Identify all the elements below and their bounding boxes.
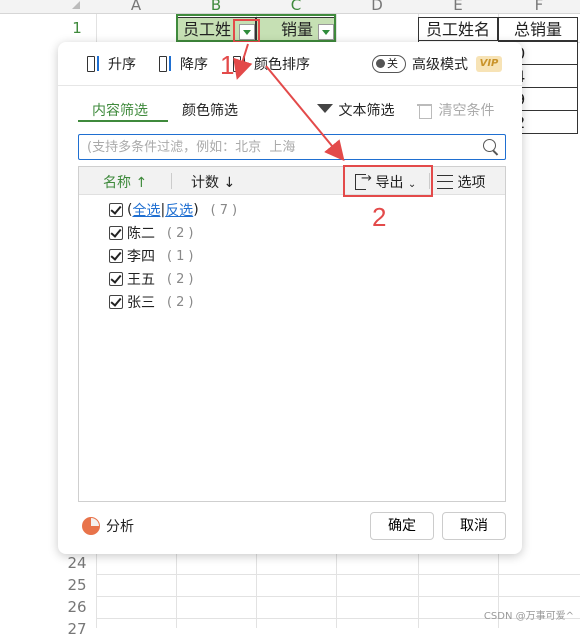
color-sort-icon <box>232 55 250 73</box>
clear-conditions-label: 清空条件 <box>438 103 495 119</box>
arrow-up-icon: ↑ <box>135 175 148 191</box>
color-sort-button[interactable]: 颜色排序 <box>232 54 310 74</box>
column-header-b[interactable]: B <box>176 0 256 14</box>
search-input[interactable] <box>79 135 469 159</box>
column-header-c[interactable]: C <box>256 0 336 14</box>
list-item[interactable]: 王五 (2) <box>109 269 197 289</box>
column-header-a[interactable]: A <box>96 0 176 14</box>
filter-dropdown-c[interactable] <box>318 24 334 40</box>
checkbox-checked[interactable] <box>109 295 123 309</box>
sort-ascending-button[interactable]: 升序 <box>86 54 136 74</box>
item-count: (2) <box>167 294 198 310</box>
select-all-corner[interactable] <box>72 1 80 9</box>
text-filter-label: 文本筛选 <box>338 103 395 119</box>
tab-color-filter[interactable]: 颜色筛选 <box>182 100 238 120</box>
checkbox-checked[interactable] <box>109 272 123 286</box>
search-box <box>78 134 506 160</box>
text-filter-button[interactable]: 文本筛选 <box>316 100 394 120</box>
count-sort-header[interactable]: 计数 ↓ <box>191 172 235 192</box>
trash-icon <box>416 102 434 120</box>
item-count: (1) <box>167 248 198 264</box>
item-label: 张三 <box>127 295 155 311</box>
analysis-label: 分析 <box>106 519 134 535</box>
options-label: 选项 <box>457 175 486 191</box>
row-header-26[interactable]: 26 <box>58 596 96 618</box>
list-item[interactable]: 张三 (2) <box>109 292 197 312</box>
item-label: 陈二 <box>127 226 155 242</box>
item-label: 王五 <box>127 272 155 288</box>
filter-popup: 升序 降序 颜色排序 关 高级模式 VIP 内容筛选 颜色筛选 文本筛选 清空条… <box>58 42 522 554</box>
sort-descending-button[interactable]: 降序 <box>158 54 208 74</box>
annotation-number-1: 1 <box>220 50 235 80</box>
menu-icon <box>437 175 453 189</box>
advanced-mode-toggle[interactable]: 关 <box>372 55 406 73</box>
sort-toolbar: 升序 降序 颜色排序 关 高级模式 VIP <box>58 42 522 86</box>
annotation-box-1 <box>233 19 260 43</box>
cancel-button[interactable]: 取消 <box>442 512 506 540</box>
invert-selection-link[interactable]: 反选 <box>165 200 193 220</box>
row-header-27[interactable]: 27 <box>58 618 96 640</box>
annotation-box-2 <box>343 165 433 197</box>
cell-f1[interactable]: 总销量 <box>498 17 578 41</box>
select-all-link[interactable]: 全选 <box>132 200 160 220</box>
list-item[interactable]: 李四 (1) <box>109 246 197 266</box>
sort-ascending-icon <box>86 55 104 73</box>
count-header-label: 计数 <box>191 175 219 191</box>
sort-descending-icon <box>158 55 176 73</box>
item-label: 李四 <box>127 249 155 265</box>
active-tab-indicator <box>78 120 168 122</box>
analysis-button[interactable]: 分析 <box>82 516 134 536</box>
checkbox-checked[interactable] <box>109 203 123 217</box>
cell-e1[interactable]: 员工姓名 <box>418 17 498 41</box>
search-icon[interactable] <box>483 139 499 155</box>
item-count: (2) <box>167 225 198 241</box>
name-sort-header[interactable]: 名称 ↑ <box>103 172 147 192</box>
pie-chart-icon <box>82 517 100 535</box>
arrow-down-icon: ↓ <box>223 175 236 191</box>
column-header-row: A B C D E F <box>0 0 580 14</box>
clear-conditions-button[interactable]: 清空条件 <box>416 100 494 120</box>
annotation-number-2: 2 <box>372 202 387 232</box>
name-header-label: 名称 <box>103 175 131 191</box>
row-header-1[interactable]: 1 <box>58 17 96 39</box>
ok-button[interactable]: 确定 <box>370 512 434 540</box>
list-item[interactable]: 陈二 (2) <box>109 223 197 243</box>
row-header-25[interactable]: 25 <box>58 574 96 596</box>
column-header-e[interactable]: E <box>418 0 498 14</box>
column-header-f[interactable]: F <box>498 0 580 14</box>
watermark: CSDN @万事可爱^ <box>483 611 574 622</box>
options-button[interactable]: 选项 <box>437 172 485 192</box>
funnel-icon <box>316 102 334 120</box>
list-item-select-all[interactable]: (全选 | 反选) (7) <box>109 200 241 220</box>
list-header: 名称 ↑ 计数 ↓ 导出 ⌄ 选项 <box>79 165 505 197</box>
value-list: 名称 ↑ 计数 ↓ 导出 ⌄ 选项 (全选|反选) (7) <box>78 165 506 502</box>
advanced-mode-label: 高级模式 <box>412 57 468 73</box>
checkbox-checked[interactable] <box>109 226 123 240</box>
row-header-24[interactable]: 24 <box>58 552 96 574</box>
column-header-d[interactable]: D <box>336 0 418 14</box>
item-count: (2) <box>167 271 198 287</box>
color-sort-label: 颜色排序 <box>254 57 310 73</box>
vip-badge: VIP <box>476 56 502 72</box>
sort-ascending-label: 升序 <box>108 57 136 73</box>
tab-content-filter[interactable]: 内容筛选 <box>92 100 148 120</box>
sort-descending-label: 降序 <box>180 57 208 73</box>
item-count: (7) <box>210 202 242 218</box>
checkbox-checked[interactable] <box>109 249 123 263</box>
